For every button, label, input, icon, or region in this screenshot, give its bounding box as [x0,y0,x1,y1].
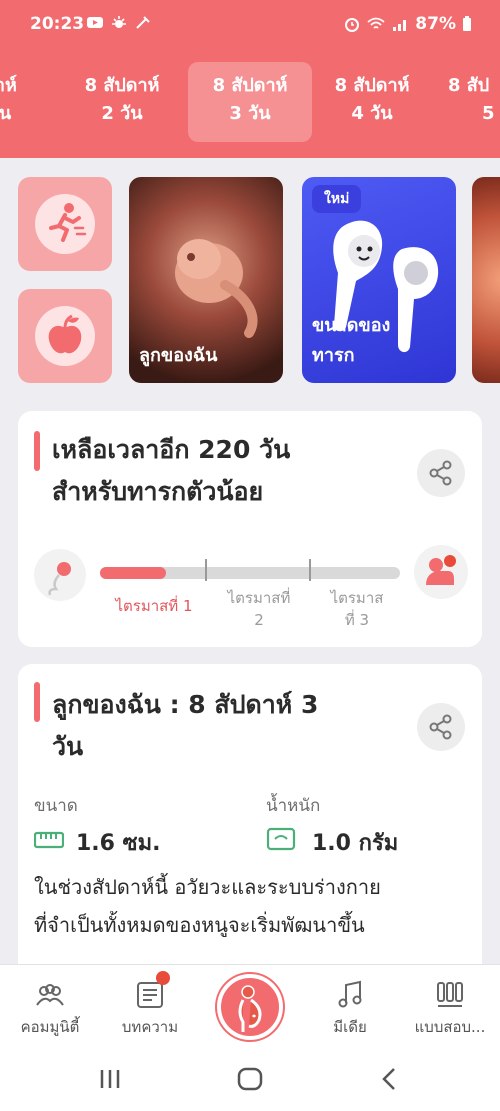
nav-articles[interactable]: บทความ [100,965,200,1045]
signal-icon [393,20,407,31]
countdown-card: เหลือเวลาอีก 220 วัน สำหรับทารกตัวน้อย ไ… [18,411,482,647]
scale-icon [266,827,296,851]
pregnancy-progress [100,567,400,579]
community-icon [36,984,64,1006]
apple-icon [48,314,82,354]
feature-cards: ลูกของฉัน ใหม่ ขนาดของ ทารก [0,175,500,385]
countdown-title: เหลือเวลาอีก 220 วัน สำหรับทารกตัวน้อย [52,435,291,506]
share-icon [429,460,452,486]
status-bar: 20:23 87% [0,0,500,50]
pregnant-mother-icon [238,985,262,1032]
nutrition-card[interactable] [18,289,112,383]
app-header: 20:23 87% ดาห์ วัน 8 สัปดาห์ 2 วัน 8 สัป… [0,0,500,158]
week-tab[interactable]: 8 สัปดาห์ 4 วัน [310,62,434,142]
system-navigation-bar [0,1044,500,1111]
size-label: ขนาด [34,796,78,816]
week-selector[interactable]: ดาห์ วัน 8 สัปดาห์ 2 วัน 8 สัปดาห์ 3 วัน… [0,62,500,142]
exercise-card[interactable] [18,177,112,271]
weight-value: 1.0 กรัม [312,831,399,856]
trimester-3-label: ไตรมาส ที่ 3 [330,589,384,629]
tools-icon [136,16,150,29]
weather-icon [112,16,126,28]
next-story-card[interactable] [472,177,500,383]
conception-icon [34,549,86,601]
share-button[interactable] [417,449,465,497]
trimester-2-label: ไตรมาสที่ 2 [227,589,291,629]
recent-apps-icon[interactable] [95,1064,125,1094]
baby-info-title: ลูกของฉัน : 8 สัปดาห์ 3 วัน [52,690,319,761]
baby-icon [414,545,468,599]
youtube-icon [87,17,103,28]
quiz-icon [437,982,463,1007]
wifi-icon [367,17,385,29]
nav-quiz[interactable]: แบบสอบ... [400,965,500,1045]
size-value: 1.6 ซม. [76,831,161,856]
weight-label: น้ำหนัก [266,796,321,816]
alarm-icon [345,18,360,32]
status-time: 20:23 [30,14,85,34]
nav-community[interactable]: คอมมูนิตี้ [0,965,100,1045]
week-description: ในช่วงสัปดาห์นี้ อวัยวะและระบบร่างกาย ที… [34,875,381,937]
week-tab[interactable]: 8 สัป 5 [430,62,500,142]
ruler-icon [34,831,64,849]
share-icon [429,714,452,740]
running-icon [49,203,87,242]
week-tab-selected[interactable]: 8 สัปดาห์ 3 วัน [188,62,312,142]
home-icon[interactable] [235,1064,265,1094]
music-icon [338,980,362,1008]
back-icon[interactable] [375,1064,405,1094]
baby-story-card[interactable]: ลูกของฉัน [129,177,283,383]
baby-info-card: ลูกของฉัน : 8 สัปดาห์ 3 วัน ขนาด 1.6 ซม.… [18,664,482,984]
baby-size-card[interactable]: ใหม่ ขนาดของ ทารก [302,177,456,383]
week-tab[interactable]: 8 สัปดาห์ 2 วัน [60,62,184,142]
trimester-1-label: ไตรมาสที่ 1 [115,597,193,615]
share-button[interactable] [417,703,465,751]
notification-dot [156,971,170,985]
battery-icon [463,16,471,31]
nav-media[interactable]: มีเดีย [300,965,400,1045]
week-tab[interactable]: ดาห์ วัน [0,62,62,142]
battery-percent: 87% [415,14,456,34]
pregnancy-home-button[interactable] [217,974,283,1040]
